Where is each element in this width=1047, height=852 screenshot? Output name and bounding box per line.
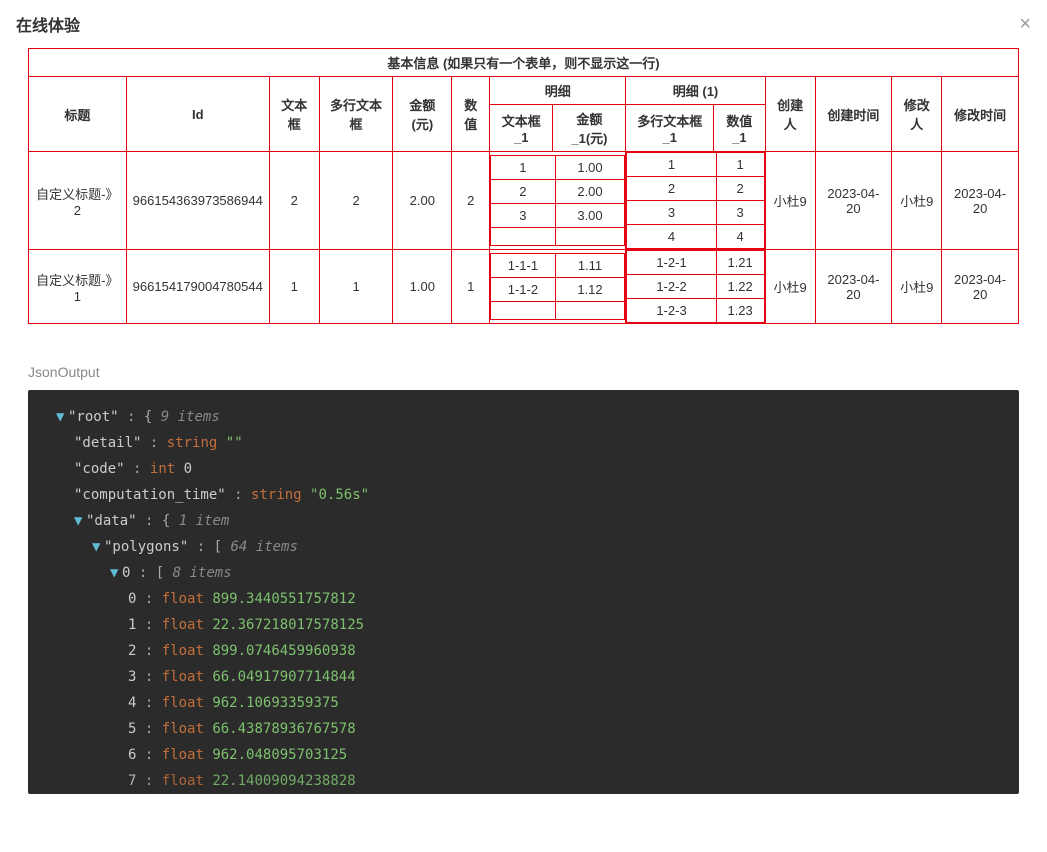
detail-amount-cell: [555, 228, 625, 246]
detail-text-cell: 1-1-1: [491, 254, 555, 278]
col-textbox: 文本框: [269, 77, 319, 152]
cell-number: 2: [452, 152, 490, 250]
detail-multiline-cell: 1-2-3: [627, 299, 716, 323]
detail-multiline-cell: 4: [627, 225, 716, 249]
detail-amount-cell: 1.11: [555, 254, 625, 278]
json-float-0[interactable]: 0 : float 899.3440551757812: [38, 586, 1009, 612]
cell-detail-b: 11223344: [626, 152, 765, 250]
cell-id: 966154179004780544: [126, 250, 269, 324]
caret-icon[interactable]: ▼: [92, 534, 104, 560]
col-create-time: 创建时间: [815, 77, 892, 152]
cell-detail-a: 11.0022.0033.00: [490, 152, 626, 250]
detail-multiline-cell: 1-2-1: [627, 251, 716, 275]
json-float-6[interactable]: 6 : float 962.048095703125: [38, 742, 1009, 768]
json-viewer[interactable]: ▼"root" : { 9 items"detail" : string """…: [28, 390, 1019, 794]
cell-detail-a: 1-1-11.111-1-21.12: [490, 250, 626, 324]
detail-number-cell: 1.22: [716, 275, 764, 299]
col-multiline: 多行文本框: [319, 77, 393, 152]
cell-creator: 小杜9: [765, 152, 815, 250]
json-data[interactable]: ▼"data" : { 1 item: [38, 508, 1009, 534]
cell-multiline: 2: [319, 152, 393, 250]
cell-detail-b: 1-2-11.211-2-21.221-2-31.23: [626, 250, 765, 324]
cell-modify-time: 2023-04-20: [942, 250, 1019, 324]
table-row: 自定义标题-》2966154363973586944222.00211.0022…: [29, 152, 1019, 250]
col-detail-amount: 金额_1(元): [553, 105, 626, 152]
cell-title: 自定义标题-》2: [29, 152, 127, 250]
detail-number-cell: 2: [716, 177, 764, 201]
detail-text-cell: 3: [491, 204, 555, 228]
json-float-3[interactable]: 3 : float 66.04917907714844: [38, 664, 1009, 690]
col-detail-number: 数值_1: [714, 105, 766, 152]
cell-textbox: 2: [269, 152, 319, 250]
modal-title: 在线体验: [16, 12, 80, 36]
cell-amount: 1.00: [393, 250, 452, 324]
detail-text-cell: [491, 302, 555, 320]
col-amount: 金额(元): [393, 77, 452, 152]
detail-multiline-cell: 2: [627, 177, 716, 201]
detail-amount-cell: 2.00: [555, 180, 625, 204]
cell-create-time: 2023-04-20: [815, 250, 892, 324]
col-id: Id: [126, 77, 269, 152]
detail-amount-cell: [555, 302, 625, 320]
caret-icon[interactable]: ▼: [56, 404, 68, 430]
col-modifier: 修改人: [892, 77, 942, 152]
group-header: 基本信息 (如果只有一个表单，则不显示这一行): [29, 49, 1019, 77]
col-detail-multiline: 多行文本框_1: [626, 105, 714, 152]
detail-text-cell: 2: [491, 180, 555, 204]
json-poly0[interactable]: ▼0 : [ 8 items: [38, 560, 1009, 586]
json-polygons[interactable]: ▼"polygons" : [ 64 items: [38, 534, 1009, 560]
json-code[interactable]: "code" : int 0: [38, 456, 1009, 482]
detail-number-cell: 1.21: [716, 251, 764, 275]
json-float-4[interactable]: 4 : float 962.10693359375: [38, 690, 1009, 716]
detail-text-cell: 1-1-2: [491, 278, 555, 302]
json-detail[interactable]: "detail" : string "": [38, 430, 1009, 456]
json-float-7[interactable]: 7 : float 22.14009094238828: [38, 768, 1009, 794]
detail-number-cell: 3: [716, 201, 764, 225]
caret-icon[interactable]: ▼: [110, 560, 122, 586]
detail-amount-cell: 3.00: [555, 204, 625, 228]
cell-title: 自定义标题-》1: [29, 250, 127, 324]
cell-id: 966154363973586944: [126, 152, 269, 250]
cell-modify-time: 2023-04-20: [942, 152, 1019, 250]
detail-amount-cell: 1.12: [555, 278, 625, 302]
json-float-1[interactable]: 1 : float 22.367218017578125: [38, 612, 1009, 638]
cell-textbox: 1: [269, 250, 319, 324]
json-output-label: JsonOutput: [28, 364, 1019, 380]
col-creator: 创建人: [765, 77, 815, 152]
detail-number-cell: 1.23: [716, 299, 764, 323]
col-title: 标题: [29, 77, 127, 152]
json-root[interactable]: ▼"root" : { 9 items: [38, 404, 1009, 430]
col-modify-time: 修改时间: [942, 77, 1019, 152]
cell-modifier: 小杜9: [892, 152, 942, 250]
detail-text-cell: [491, 228, 555, 246]
json-computation-time[interactable]: "computation_time" : string "0.56s": [38, 482, 1009, 508]
close-icon[interactable]: ×: [1019, 13, 1031, 36]
cell-creator: 小杜9: [765, 250, 815, 324]
caret-icon[interactable]: ▼: [74, 508, 86, 534]
table-row: 自定义标题-》1966154179004780544111.0011-1-11.…: [29, 250, 1019, 324]
detail-multiline-cell: 1-2-2: [627, 275, 716, 299]
col-number: 数值: [452, 77, 490, 152]
cell-create-time: 2023-04-20: [815, 152, 892, 250]
col-detail-group: 明细: [490, 77, 626, 105]
col-detail-group-1: 明细 (1): [626, 77, 765, 105]
col-detail-text: 文本框_1: [490, 105, 553, 152]
json-float-5[interactable]: 5 : float 66.43878936767578: [38, 716, 1009, 742]
detail-amount-cell: 1.00: [555, 156, 625, 180]
cell-modifier: 小杜9: [892, 250, 942, 324]
cell-multiline: 1: [319, 250, 393, 324]
detail-text-cell: 1: [491, 156, 555, 180]
detail-number-cell: 1: [716, 153, 764, 177]
cell-amount: 2.00: [393, 152, 452, 250]
detail-multiline-cell: 1: [627, 153, 716, 177]
data-table: 基本信息 (如果只有一个表单，则不显示这一行) 标题 Id 文本框 多行文本框 …: [28, 48, 1019, 324]
detail-multiline-cell: 3: [627, 201, 716, 225]
cell-number: 1: [452, 250, 490, 324]
json-float-2[interactable]: 2 : float 899.0746459960938: [38, 638, 1009, 664]
detail-number-cell: 4: [716, 225, 764, 249]
